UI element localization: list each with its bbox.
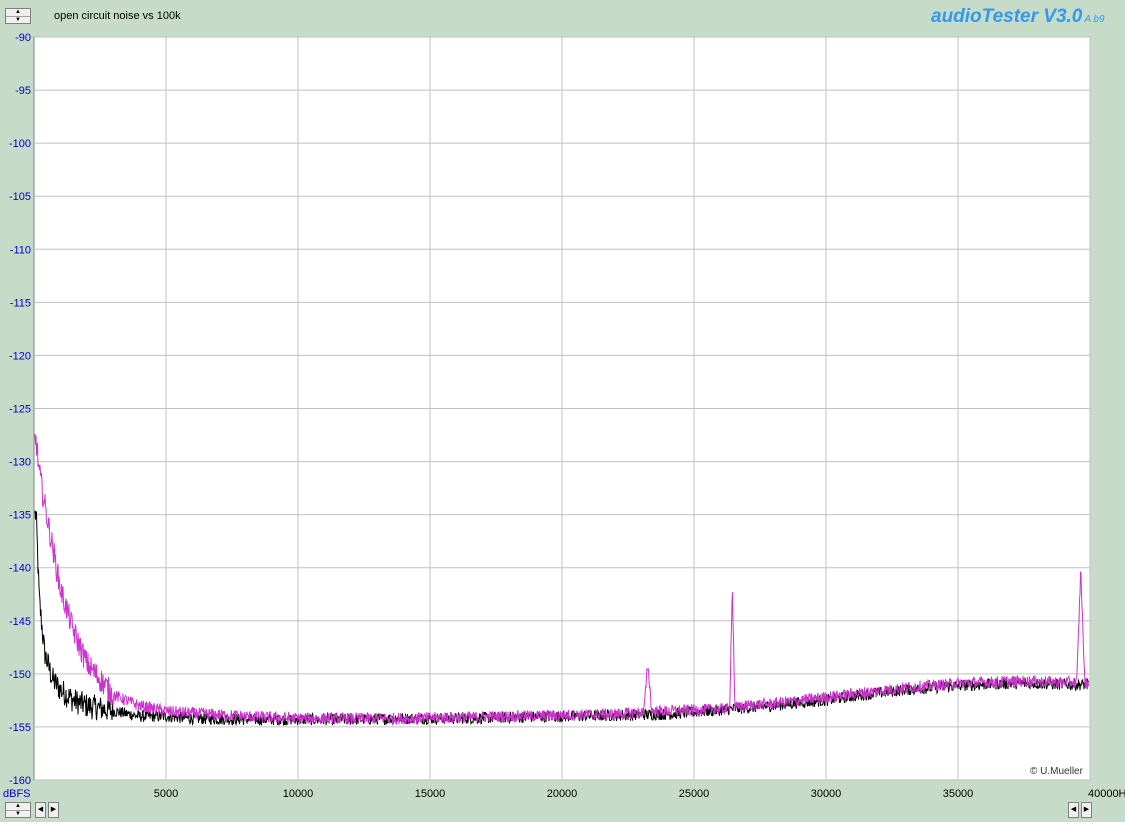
y-tick-label: -100 [9,138,31,150]
credit-text: © U.Mueller [1030,766,1083,777]
y-axis-label: dBFS [3,788,31,800]
left-arrow-icon: ◀ [1070,806,1077,813]
y-tick-label: -160 [9,775,31,787]
y-tick-label: -115 [10,297,31,309]
spin-up-icon[interactable]: ▲ [6,803,30,811]
y-scale-spinner[interactable]: ▲ ▼ [5,802,31,818]
app-logo-text: audioTester V3.0 [931,6,1083,27]
left-arrow-icon: ◀ [37,806,44,813]
y-tick-label: -125 [9,404,31,416]
x-tick-label: 20000 [547,788,578,800]
y-scroll-right-button[interactable]: ▶ [48,802,59,818]
x-tick-label: 30000 [811,788,842,800]
app-logo: audioTester V3.0 A b9 [931,6,1105,28]
x-tick-label: 15000 [415,788,446,800]
title-scroll-spinner[interactable]: ▲ ▼ [5,8,31,24]
y-tick-label: -110 [10,244,31,256]
right-arrow-icon: ▶ [1083,806,1090,813]
chart-title: open circuit noise vs 100k [54,10,181,22]
y-tick-label: -90 [15,32,31,44]
y-tick-label: -95 [15,85,31,97]
y-tick-label: -130 [9,457,31,469]
spectrum-chart: -90 -95 -100 -105 -110 -115 -120 -125 -130 -135 -1… [3,32,1125,800]
spin-down-icon[interactable]: ▼ [6,17,30,24]
x-tick-label: 25000 [679,788,710,800]
y-tick-label: -150 [9,669,31,681]
app-logo-sub: A b9 [1084,14,1105,25]
x-scroll-right-button[interactable]: ▶ [1081,802,1092,818]
y-tick-label: -155 [9,722,31,734]
x-tick-label: 10000 [283,788,314,800]
y-scroll-left-button[interactable]: ◀ [35,802,46,818]
x-scroll-left-button[interactable]: ◀ [1068,802,1079,818]
y-tick-label: -135 [9,510,31,522]
y-tick-label: -105 [9,191,31,203]
x-tick-label: 40000Hz [1088,788,1125,800]
y-tick-label: -120 [9,350,31,362]
spin-up-icon[interactable]: ▲ [6,9,30,17]
x-tick-label: 35000 [943,788,974,800]
spin-down-icon[interactable]: ▼ [6,811,30,818]
right-arrow-icon: ▶ [50,806,57,813]
y-tick-label: -145 [9,616,31,628]
y-tick-label: -140 [9,563,31,575]
x-tick-label: 5000 [154,788,178,800]
